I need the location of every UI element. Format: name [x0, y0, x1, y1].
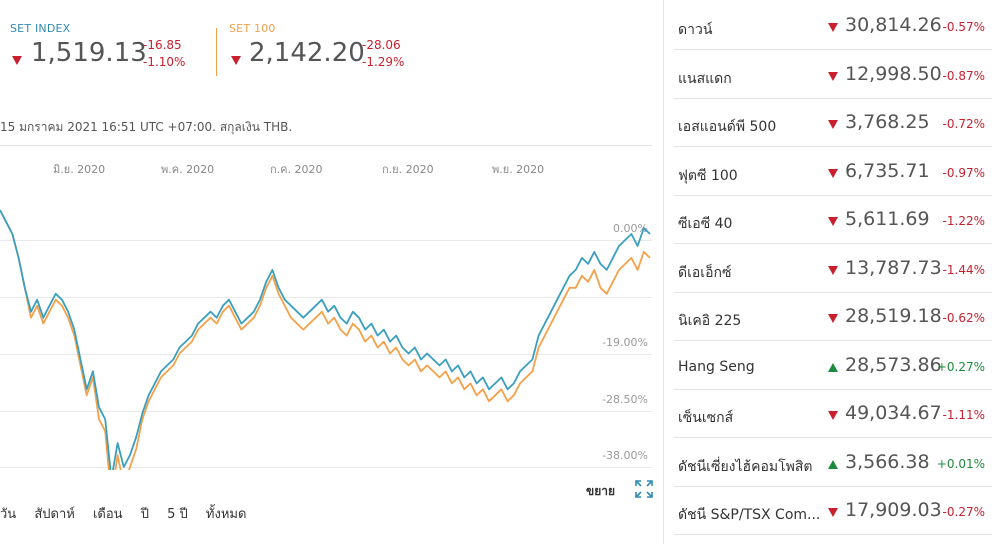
down-arrow-icon	[828, 217, 838, 226]
x-axis-label: พ.ค. 2020	[161, 163, 215, 176]
set-index-change: -16.85	[143, 38, 182, 52]
set100-name: SET 100	[229, 22, 276, 35]
down-arrow-icon	[828, 411, 838, 420]
set100-down-arrow-icon	[231, 56, 241, 65]
market-name: เซ็นเซกส์	[678, 410, 734, 426]
market-list: ดาวน์ 30,814.26 -0.57% แนสแดก 12,998.50 -0.87…	[663, 0, 1005, 544]
market-value: 49,034.67	[845, 402, 942, 424]
market-value: 6,735.71	[845, 159, 930, 182]
market-row[interactable]: Hang Seng 28,573.86 +0.27%	[664, 342, 1005, 390]
x-axis-label: มิ.ย. 2020	[53, 163, 106, 176]
market-change: -1.22%	[942, 214, 985, 228]
set100-quote[interactable]: SET 100	[229, 22, 429, 35]
market-row[interactable]: ดีเอเอ็กซ์ 13,787.73 -1.44%	[664, 245, 1005, 293]
down-arrow-icon	[828, 168, 838, 178]
market-value: 30,814.26	[845, 14, 942, 36]
range-day-button[interactable]: วัน	[0, 507, 16, 522]
market-value: 12,998.50	[845, 62, 942, 85]
chart-panel: SET INDEX 1,519.13 -16.85 -1.10% SET 100…	[0, 0, 662, 544]
range-week-button[interactable]: สัปดาห์	[34, 507, 75, 522]
up-arrow-icon	[828, 459, 838, 469]
set-index-change-pct: -1.10%	[143, 55, 186, 69]
market-change: -0.57%	[942, 20, 985, 34]
row-divider	[674, 534, 992, 535]
market-row[interactable]: เซ็นเซกส์ 49,034.67 -1.11%	[664, 390, 1005, 438]
market-row[interactable]: ดาวน์ 30,814.26 -0.57%	[664, 2, 1005, 50]
down-arrow-icon	[828, 508, 838, 517]
set100-change-pct: -1.29%	[362, 55, 405, 69]
range-year-button[interactable]: ปี	[141, 507, 149, 522]
market-name: ซีเอซี 40	[678, 216, 733, 232]
down-arrow-icon	[828, 120, 838, 129]
expand-button[interactable]: ขยาย	[586, 482, 615, 501]
set100-change: -28.06	[362, 38, 401, 52]
market-name: ฟุตซี 100	[678, 167, 738, 184]
x-axis-label: ก.ค. 2020	[270, 163, 323, 176]
market-change: +0.27%	[936, 359, 985, 374]
market-change: -0.87%	[942, 68, 985, 83]
up-arrow-icon	[828, 362, 838, 372]
line-chart[interactable]	[0, 200, 652, 470]
market-name: ดาวน์	[678, 22, 713, 38]
range-selector: วัน สัปดาห์ เดือน ปี 5 ปี ทั้งหมด	[0, 503, 260, 524]
market-row[interactable]: ฟุตซี 100 6,735.71 -0.97%	[664, 148, 1005, 196]
market-row[interactable]: ดัชนีเซี่ยงไฮ้คอมโพสิต 3,566.38 +0.01%	[664, 439, 1005, 487]
set-index-down-arrow-icon	[12, 56, 22, 65]
range-all-button[interactable]: ทั้งหมด	[206, 507, 247, 522]
market-change: -1.11%	[942, 408, 985, 422]
timestamp: 15 มกราคม 2021 16:51 UTC +07:00. สกุลเงิ…	[0, 120, 293, 134]
set100-line	[0, 209, 651, 470]
market-row[interactable]: ดัชนี S&P/TSX Com... 17,909.03 -0.27%	[664, 487, 1005, 535]
market-change: -0.72%	[942, 117, 985, 131]
down-arrow-icon	[828, 265, 838, 275]
market-name: ดัชนีเซี่ยงไฮ้คอมโพสิต	[678, 458, 813, 475]
market-row[interactable]: เอสแอนด์พี 500 3,768.25 -0.72%	[664, 99, 1005, 147]
market-row[interactable]: ซีเอซี 40 5,611.69 -1.22%	[664, 196, 1005, 244]
market-change: -0.62%	[942, 311, 985, 325]
range-5year-button[interactable]: 5 ปี	[167, 507, 188, 522]
set-index-name: SET INDEX	[10, 22, 71, 35]
market-value: 28,519.18	[845, 305, 942, 327]
market-change: -1.44%	[942, 262, 985, 277]
market-value: 17,909.03	[845, 499, 942, 521]
market-change: +0.01%	[936, 456, 985, 471]
down-arrow-icon	[828, 314, 838, 323]
down-arrow-icon	[828, 23, 838, 32]
expand-icon[interactable]	[634, 479, 654, 499]
set-index-value: 1,519.13	[31, 38, 147, 68]
market-name: เอสแอนด์พี 500	[678, 119, 777, 135]
market-name: นิเคอิ 225	[678, 313, 742, 329]
range-month-button[interactable]: เดือน	[93, 507, 123, 522]
market-name: แนสแดก	[678, 70, 732, 87]
market-name: Hang Seng	[678, 358, 755, 375]
x-axis-label: พ.ย. 2020	[492, 163, 545, 176]
market-row[interactable]: แนสแดก 12,998.50 -0.87%	[664, 51, 1005, 99]
market-change: -0.27%	[942, 505, 985, 519]
market-value: 28,573.86	[845, 353, 942, 376]
market-value: 3,768.25	[845, 111, 930, 133]
chart-top-border	[0, 145, 652, 146]
market-name: ดัชนี S&P/TSX Com...	[678, 507, 821, 523]
down-arrow-icon	[828, 71, 838, 81]
market-change: -0.97%	[942, 165, 985, 180]
set-index-quote[interactable]: SET INDEX	[10, 22, 210, 35]
set-index-line	[0, 209, 651, 470]
market-value: 5,611.69	[845, 208, 930, 230]
market-value: 3,566.38	[845, 450, 930, 473]
x-axis-label: ก.ย. 2020	[382, 163, 434, 176]
market-row[interactable]: นิเคอิ 225 28,519.18 -0.62%	[664, 293, 1005, 341]
divider	[216, 28, 217, 76]
set100-value: 2,142.20	[249, 38, 365, 68]
market-name: ดีเอเอ็กซ์	[678, 264, 732, 281]
market-value: 13,787.73	[845, 256, 942, 279]
